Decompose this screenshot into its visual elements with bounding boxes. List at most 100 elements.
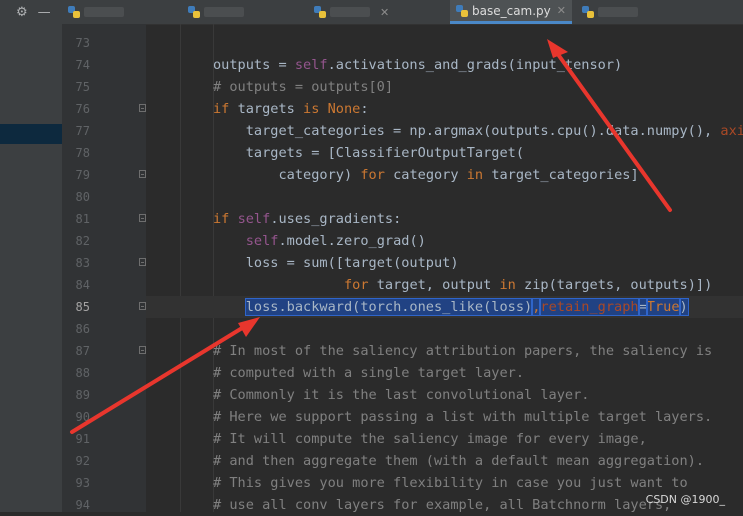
tab-label-obscured [330,7,370,17]
gutter-line[interactable]: 93 [62,472,146,494]
line-number: 92 [75,454,90,468]
gutter-line[interactable]: 84 [62,274,146,296]
code-token: target_categories = np.argmax(outputs.cp… [213,123,721,139]
code-line[interactable]: # This gives you more flexibility in cas… [213,472,688,494]
tab-3[interactable]: ✕ [308,0,446,24]
line-number: 74 [75,58,90,72]
close-icon[interactable]: ✕ [380,6,389,19]
code-line[interactable]: # outputs = outputs[0] [213,76,393,98]
code-token: loss.backward(torch.ones_like(loss) [244,298,534,316]
gutter-line[interactable]: 73 [62,32,146,54]
code-line[interactable]: # Here we support passing a list with mu… [213,406,712,428]
gutter-line[interactable]: 86 [62,318,146,340]
gutter-line[interactable]: 87 [62,340,146,362]
code-token: self [245,233,279,249]
gutter-line[interactable]: 94 [62,494,146,516]
code-line[interactable]: category) for category in target_categor… [213,164,638,186]
gutter-line[interactable]: 82 [62,230,146,252]
line-number: 87 [75,344,90,358]
code-token: (targets, outputs)]) [548,277,713,293]
code-line[interactable]: # It will compute the saliency image for… [213,428,647,450]
line-number: 73 [75,36,90,50]
fold-marker-icon[interactable] [139,104,146,112]
line-number: 82 [75,234,90,248]
line-number: 93 [75,476,90,490]
code-line[interactable]: # In most of the saliency attribution pa… [213,340,712,362]
code-token: zip [524,277,549,293]
code-token: self [237,211,271,227]
code-line[interactable]: # use all conv layers for example, all B… [213,494,671,512]
code-line[interactable]: outputs = self.activations_and_grads(inp… [213,54,622,76]
fold-marker-icon[interactable] [139,302,146,310]
code-line[interactable]: targets = [ClassifierOutputTarget( [213,142,524,164]
gutter-line[interactable]: 91 [62,428,146,450]
gutter-line[interactable]: 90 [62,406,146,428]
project-toolbar: ⚙ — [0,0,62,24]
code-token: # It will compute the saliency image for… [213,431,647,447]
line-number: 78 [75,146,90,160]
line-number-gutter[interactable]: 73 74 75 76 77 78 79 80 81 82 83 84 85 86 87 88 89 90 91 92… [62,24,165,512]
code-line[interactable]: loss = sum([target(output) [213,252,459,274]
code-token: axis [720,123,743,139]
tab-base-cam[interactable]: base_cam.py ✕ [450,0,572,24]
code-line[interactable]: # computed with a single target layer. [213,362,524,384]
selected-tree-item[interactable] [0,124,62,144]
code-token: is None [303,101,361,117]
fold-marker-icon[interactable] [139,214,146,222]
gear-icon[interactable]: ⚙ [16,5,28,20]
code-token: retain_graph [539,298,640,316]
fold-marker-icon[interactable] [139,170,146,178]
code-line[interactable]: if targets is None: [213,98,369,120]
tab-5[interactable] [576,0,743,24]
tab-1[interactable] [62,0,170,24]
gutter-line[interactable]: 74 [62,54,146,76]
gutter-line[interactable]: 85 [62,296,165,318]
tab-2[interactable] [182,0,302,24]
gutter-line[interactable]: 80 [62,186,146,208]
close-icon[interactable]: ✕ [557,4,566,17]
code-token: target, output [376,277,500,293]
fold-marker-icon[interactable] [139,346,146,354]
tab-label-obscured [204,7,244,17]
line-number: 84 [75,278,90,292]
code-token: if [213,101,238,117]
code-line[interactable]: for target, output in zip(targets, outpu… [213,274,712,296]
line-number: 85 [75,300,90,314]
code-token: in [499,277,525,293]
gutter-line[interactable]: 79 [62,164,146,186]
gutter-line[interactable]: 88 [62,362,146,384]
code-token: in [466,167,492,183]
code-token: # In most of the saliency attribution pa… [213,343,713,359]
fold-marker-icon[interactable] [139,258,146,266]
line-number: 77 [75,124,90,138]
gutter-line[interactable]: 77 [62,120,146,142]
code-line[interactable]: target_categories = np.argmax(outputs.cp… [213,120,743,142]
line-number: 90 [75,410,90,424]
code-line[interactable]: loss.backward(torch.ones_like(loss),reta… [213,296,689,318]
gutter-line[interactable]: 78 [62,142,146,164]
python-file-icon [456,4,468,17]
line-number: 86 [75,322,90,336]
gutter-line[interactable]: 92 [62,450,146,472]
editor-tabs: ✕ base_cam.py ✕ [62,0,743,25]
gutter-line[interactable]: 76 [62,98,146,120]
code-token: loss = [213,255,304,271]
code-editor[interactable]: outputs = self.activations_and_grads(inp… [146,24,743,512]
gutter-line[interactable]: 81 [62,208,146,230]
gutter-line[interactable]: 75 [62,76,146,98]
code-token: # Commonly it is the last convolutional … [213,387,590,403]
code-token: category [393,167,467,183]
code-line[interactable]: if self.uses_gradients: [213,208,401,230]
tab-label-obscured [84,7,124,17]
line-number: 75 [75,80,90,94]
code-line[interactable]: self.model.zero_grad() [213,230,426,252]
minimize-icon[interactable]: — [38,5,51,20]
code-token: if [213,211,238,227]
line-number: 80 [75,190,90,204]
gutter-line[interactable]: 83 [62,252,146,274]
code-token: # outputs = outputs[0] [213,79,394,95]
code-line[interactable]: # and then aggregate them (with a defaul… [213,450,704,472]
code-line[interactable]: # Commonly it is the last convolutional … [213,384,589,406]
gutter-line[interactable]: 89 [62,384,146,406]
